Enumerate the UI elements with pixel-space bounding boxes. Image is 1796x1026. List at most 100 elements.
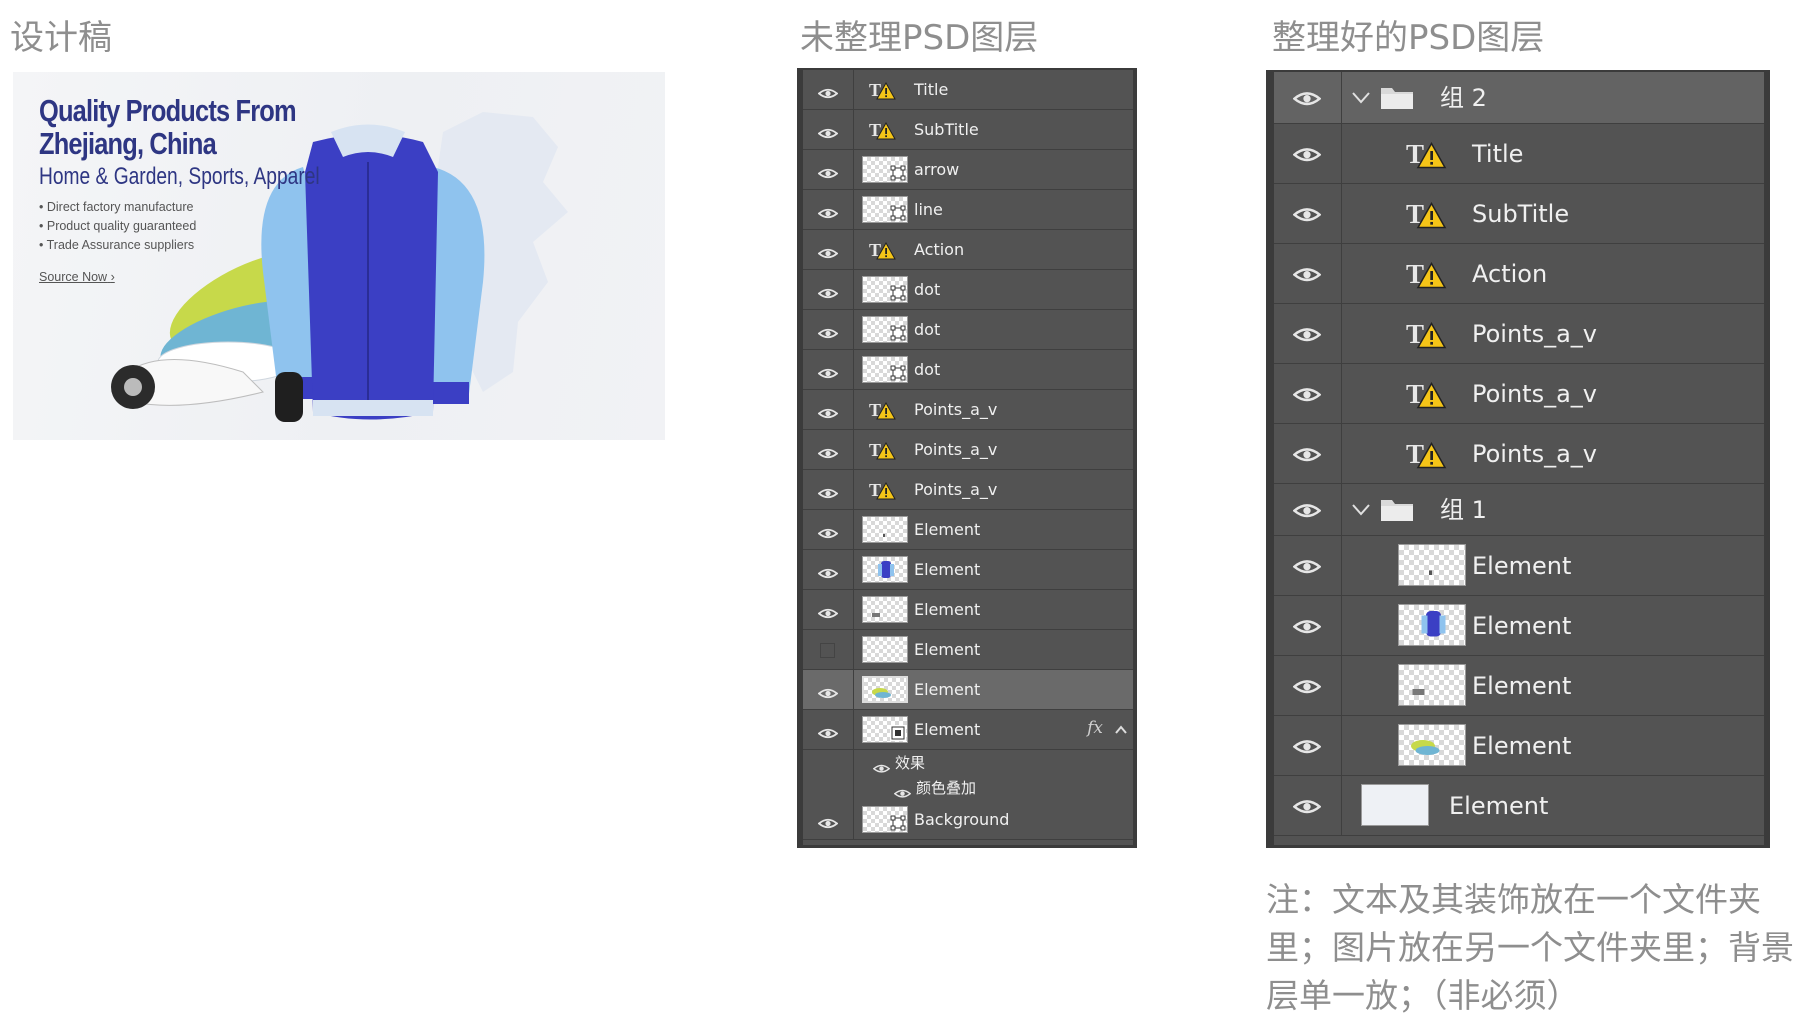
layer-row[interactable]: T Points_a_v [803,390,1133,430]
eye-icon[interactable] [817,524,839,543]
eye-icon[interactable] [817,364,839,383]
chevron-down-icon[interactable] [1351,90,1371,109]
layer-row[interactable]: Element [803,630,1133,670]
eye-icon[interactable] [1292,91,1322,110]
eye-icon[interactable] [1292,147,1322,166]
layer-thumbnail [862,516,908,543]
eye-icon[interactable] [1292,799,1322,818]
eye-icon[interactable] [817,164,839,183]
layer-thumbnail [862,276,908,303]
eye-icon[interactable] [817,84,839,103]
eye-icon[interactable] [1292,447,1322,466]
layer-row[interactable]: T Points_a_v [1274,304,1764,364]
text-layer-warning-icon: T [1406,139,1447,173]
eye-icon[interactable] [1292,207,1322,226]
collapse-arrow-icon[interactable] [1115,720,1127,739]
eye-icon[interactable] [872,758,891,777]
eye-icon[interactable] [817,204,839,223]
eye-icon[interactable] [1292,387,1322,406]
layer-name: Points_a_v [914,400,998,419]
eye-icon[interactable] [1292,739,1322,758]
layer-row[interactable]: dot [803,310,1133,350]
layer-name: line [914,200,943,219]
layer-row[interactable]: dot [803,350,1133,390]
eye-icon[interactable] [817,484,839,503]
layer-row[interactable]: T Action [803,230,1133,270]
group-row[interactable]: 组 1 [1274,484,1764,536]
effect-label: 效果 [895,754,926,772]
layer-name: Points_a_v [914,480,998,499]
layer-row[interactable]: Element [803,590,1133,630]
layer-thumbnail [862,196,908,223]
text-layer-warning-icon: T [1406,439,1447,473]
layer-row[interactable]: Element [1274,656,1764,716]
layer-row[interactable]: T SubTitle [1274,184,1764,244]
chevron-down-icon[interactable] [1351,502,1371,521]
layer-row[interactable]: T Action [1274,244,1764,304]
layer-row[interactable]: T Title [1274,124,1764,184]
layer-row[interactable]: Element [803,510,1133,550]
layer-row[interactable]: T Points_a_v [803,430,1133,470]
effect-label: 颜色叠加 [916,779,977,797]
effect-row[interactable]: 颜色叠加 [803,776,1133,800]
eye-icon[interactable] [817,284,839,303]
bullet-item: Product quality guaranteed [39,217,196,236]
eye-icon[interactable] [817,814,839,833]
eye-icon[interactable] [817,564,839,583]
layer-row[interactable]: dot [803,270,1133,310]
visibility-off-box[interactable] [820,643,835,658]
layer-row[interactable]: arrow [803,150,1133,190]
layer-row[interactable]: Background [803,800,1133,840]
source-now-link[interactable]: Source Now › [39,270,115,284]
layer-name: Points_a_v [1472,320,1598,348]
eye-icon[interactable] [817,244,839,263]
layer-row[interactable]: T Points_a_v [1274,364,1764,424]
layer-row[interactable]: T Points_a_v [803,470,1133,510]
layer-name: Title [1472,140,1524,168]
eye-icon[interactable] [1292,559,1322,578]
layer-name: dot [914,320,941,339]
eye-icon[interactable] [817,724,839,743]
eye-icon[interactable] [1292,267,1322,286]
layer-row[interactable]: Element [1274,536,1764,596]
layer-thumbnail [862,676,908,703]
eye-icon[interactable] [817,124,839,143]
text-layer-warning-icon: T [1406,379,1447,413]
eye-icon[interactable] [817,324,839,343]
layer-thumbnail [862,596,908,623]
layer-row[interactable]: Element [1274,776,1764,836]
eye-icon[interactable] [817,404,839,423]
unorganized-title: 未整理PSD图层 [800,18,1039,58]
layer-row[interactable]: T SubTitle [803,110,1133,150]
design-title: 设计稿 [10,18,112,58]
eye-icon[interactable] [1292,327,1322,346]
layer-row[interactable]: Element fx [803,710,1133,750]
layer-row[interactable]: Element [803,670,1133,710]
eye-icon[interactable] [1292,679,1322,698]
layer-name: dot [914,360,941,379]
fx-badge[interactable]: fx [1087,718,1103,738]
eye-icon[interactable] [817,444,839,463]
text-layer-warning-icon: T [869,120,896,144]
eye-icon[interactable] [817,684,839,703]
eye-icon[interactable] [817,604,839,623]
layer-name: Element [1449,792,1549,820]
text-layer-warning-icon: T [1406,259,1447,293]
layer-thumbnail [862,556,908,583]
layer-row[interactable]: T Title [803,70,1133,110]
layer-row[interactable]: T Points_a_v [1274,424,1764,484]
layer-row[interactable]: line [803,190,1133,230]
effects-row[interactable]: 效果 [803,750,1133,776]
folder-icon [1380,84,1414,114]
layer-row[interactable]: Element [1274,716,1764,776]
layer-row[interactable]: Element [803,550,1133,590]
group-name: 组 1 [1440,496,1487,524]
text-layer-warning-icon: T [869,480,896,504]
group-row[interactable]: 组 2 [1274,72,1764,124]
layer-name: Element [914,720,981,739]
layer-name: Points_a_v [1472,440,1598,468]
eye-icon[interactable] [1292,619,1322,638]
eye-icon[interactable] [1292,503,1322,522]
layer-row[interactable]: Element [1274,596,1764,656]
text-layer-warning-icon: T [1406,319,1447,353]
